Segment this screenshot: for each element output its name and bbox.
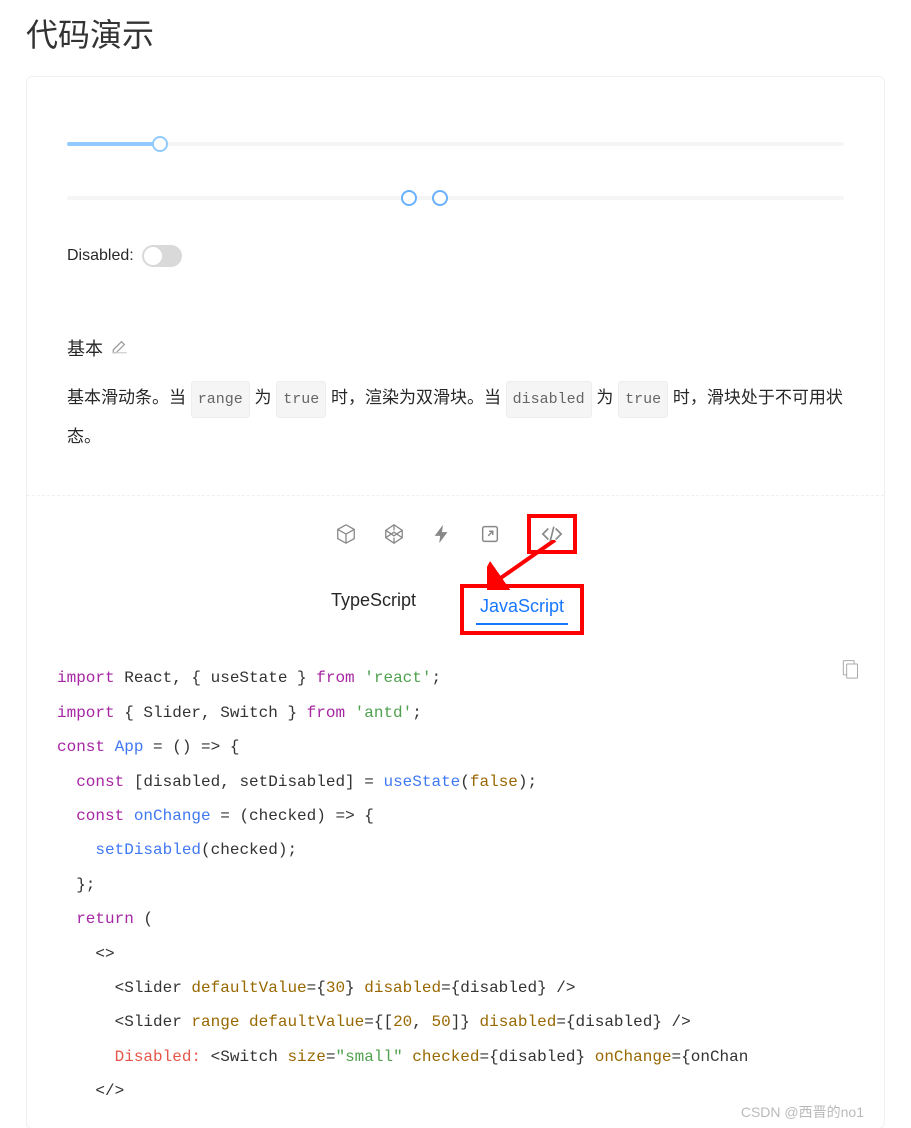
code-toggle-icon[interactable] bbox=[541, 523, 563, 545]
stackblitz-icon[interactable] bbox=[431, 523, 453, 545]
page-title: 代码演示 bbox=[0, 0, 911, 76]
slider-range[interactable] bbox=[67, 191, 844, 205]
slider-handle[interactable] bbox=[152, 136, 168, 152]
slider-single[interactable] bbox=[67, 137, 844, 151]
codesandbox-icon[interactable] bbox=[335, 523, 357, 545]
code-tabs: TypeScript JavaScript bbox=[27, 572, 884, 653]
action-bar bbox=[27, 495, 884, 572]
example-title-row: 基本 bbox=[67, 335, 844, 361]
code-tag-disabled: disabled bbox=[506, 381, 592, 418]
example-description: 基本滑动条。当 range 为 true 时，渲染为双滑块。当 disabled… bbox=[67, 379, 844, 455]
tab-javascript[interactable]: JavaScript bbox=[476, 590, 568, 625]
disabled-row: Disabled: bbox=[67, 245, 844, 267]
desc-text: 为 bbox=[592, 388, 618, 407]
code-block-wrap: import React, { useState } from 'react';… bbox=[27, 653, 884, 1128]
desc-text: 为 bbox=[250, 388, 276, 407]
watermark: CSDN @西晋的no1 bbox=[741, 1102, 864, 1122]
desc-text: 基本滑动条。当 bbox=[67, 388, 191, 407]
example-title: 基本 bbox=[67, 335, 103, 361]
code-tag-true2: true bbox=[618, 381, 668, 418]
slider-rail bbox=[67, 142, 844, 146]
example-card: Disabled: 基本 基本滑动条。当 range 为 true 时，渲染为双… bbox=[26, 76, 885, 1128]
demo-area: Disabled: bbox=[27, 77, 884, 307]
switch-knob bbox=[144, 247, 162, 265]
codepen-icon[interactable] bbox=[383, 523, 405, 545]
highlight-box-js-tab: JavaScript bbox=[460, 584, 584, 635]
disabled-label: Disabled: bbox=[67, 247, 134, 265]
code-block: import React, { useState } from 'react';… bbox=[27, 653, 884, 1128]
code-tag-range: range bbox=[191, 381, 250, 418]
slider-handle-hi[interactable] bbox=[432, 190, 448, 206]
slider-handle-lo[interactable] bbox=[401, 190, 417, 206]
slider-rail bbox=[67, 196, 844, 200]
slider-track bbox=[67, 142, 160, 146]
external-link-icon[interactable] bbox=[479, 523, 501, 545]
copy-icon[interactable] bbox=[840, 657, 864, 681]
code-tag-true: true bbox=[276, 381, 326, 418]
highlight-box-code-toggle bbox=[527, 514, 577, 554]
edit-icon[interactable] bbox=[111, 337, 129, 360]
tab-typescript[interactable]: TypeScript bbox=[327, 584, 420, 635]
desc-area: 基本 基本滑动条。当 range 为 true 时，渲染为双滑块。当 disab… bbox=[27, 307, 884, 495]
desc-text: 时，渲染为双滑块。当 bbox=[326, 388, 505, 407]
disabled-switch[interactable] bbox=[142, 245, 182, 267]
